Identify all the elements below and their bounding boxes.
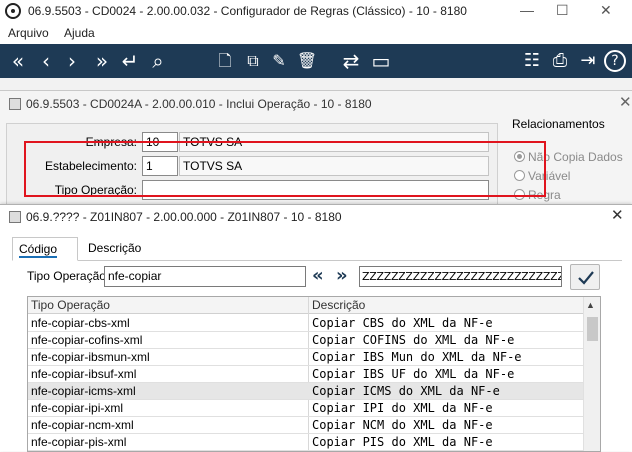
last-icon[interactable]: » [90,49,114,73]
main-title-bar: 06.9.5503 - CD0024 - 2.00.00.032 - Confi… [0,0,632,22]
scroll-up-icon[interactable]: ▲ [586,300,595,310]
previous-range-icon[interactable]: « [312,265,324,286]
check-icon [578,271,594,285]
cell-descricao: Copiar COFINS do XML da NF-e [312,333,515,347]
window-icon [9,98,21,110]
close-icon[interactable]: ✕ [600,2,612,19]
cell-tipo-operacao: nfe-copiar-cofins-xml [31,333,143,347]
toolbar: « ‹ › » ↵ ⌕ 🗋 ⧉ ✎ 🗑 ⇄ ▭ ☷ ⎙ ⇥ ? [0,44,632,78]
search-label: Tipo Operação: [27,269,110,283]
cell-tipo-operacao: nfe-copiar-pis-xml [31,435,127,449]
cell-tipo-operacao: nfe-copiar-ncm-xml [31,418,134,432]
swap-icon[interactable]: ⇄ [338,49,364,73]
tree-icon[interactable]: ☷ [520,49,544,73]
new-icon[interactable]: 🗋 [214,49,236,73]
table-row[interactable]: nfe-copiar-cofins-xml Copiar COFINS do XM… [28,332,584,349]
table-row[interactable]: nfe-copiar-ibsmun-xml Copiar IBS Mun do X… [28,349,584,366]
cell-tipo-operacao: nfe-copiar-ibsmun-xml [31,350,150,364]
minimize-icon[interactable]: — [520,2,534,18]
exit-icon[interactable]: ⇥ [576,49,600,73]
confirm-button[interactable] [570,264,600,290]
lookup-window-title: 06.9.???? - Z01IN807 - 2.00.00.000 - Z01… [26,210,342,224]
cell-tipo-operacao: nfe-copiar-ipi-xml [31,401,124,415]
table-row[interactable]: nfe-copiar-pis-xml Copiar PIS do XML da N… [28,434,584,451]
cell-tipo-operacao: nfe-copiar-cbs-xml [31,316,130,330]
cell-tipo-operacao: nfe-copiar-ibsuf-xml [31,367,137,381]
previous-icon[interactable]: ‹ [36,49,56,73]
table-row[interactable]: nfe-copiar-cbs-xml Copiar CBS do XML da N… [28,315,584,332]
range-end-input[interactable]: ZZZZZZZZZZZZZZZZZZZZZZZZZZZZZZZZ [359,266,562,287]
search-icon[interactable]: ⌕ [146,49,170,73]
screen-icon[interactable]: ▭ [368,49,394,73]
cell-descricao: Copiar CBS do XML da NF-e [312,316,493,330]
vertical-scrollbar[interactable]: ▲ [583,297,600,451]
first-icon[interactable]: « [6,49,30,73]
grid-header: Tipo Operação Descrição [28,297,584,314]
lookup-window: 06.9.???? - Z01IN807 - 2.00.00.000 - Z01… [0,204,632,452]
tab-label: Descrição [88,241,142,255]
main-window-title: 06.9.5503 - CD0024 - 2.00.00.032 - Confi… [28,4,467,18]
window-icon [9,211,21,223]
table-row[interactable]: nfe-copiar-ncm-xml Copiar NCM do XML da N… [28,417,584,434]
table-row[interactable]: nfe-copiar-icms-xml Copiar ICMS do XML da… [28,383,584,400]
menu-ajuda[interactable]: Ajuda [64,26,95,40]
close-icon[interactable]: ✕ [611,206,624,224]
close-icon[interactable]: ✕ [619,93,632,111]
delete-icon[interactable]: 🗑 [296,49,318,73]
highlight-box [24,141,546,197]
help-icon[interactable]: ? [604,50,626,72]
menu-arquivo[interactable]: Arquivo [8,26,49,40]
cell-descricao: Copiar IPI do XML da NF-e [312,401,493,415]
cell-tipo-operacao: nfe-copiar-icms-xml [31,384,136,398]
search-input[interactable]: nfe-copiar [104,266,306,287]
tab-bar: Código Descrição [12,237,622,261]
menu-bar: Arquivo Ajuda [0,23,632,43]
tab-label: Código [19,242,58,258]
print-icon[interactable]: ⎙ [548,49,572,73]
next-icon[interactable]: › [62,49,82,73]
table-row[interactable]: nfe-copiar-ibsuf-xml Copiar IBS UF do XML… [28,366,584,383]
insert-window-title: 06.9.5503 - CD0024A - 2.00.00.010 - Incl… [26,97,372,111]
goto-icon[interactable]: ↵ [118,49,142,73]
copy-icon[interactable]: ⧉ [242,49,264,73]
cell-descricao: Copiar NCM do XML da NF-e [312,418,493,432]
cell-descricao: Copiar PIS do XML da NF-e [312,435,493,449]
results-grid: Tipo Operação Descrição nfe-copiar-cbs-x… [27,296,601,452]
app-logo-icon [5,3,21,19]
relacionamentos-title: Relacionamentos [512,117,605,131]
cell-descricao: Copiar IBS Mun do XML da NF-e [312,350,522,364]
cell-descricao: Copiar IBS UF do XML da NF-e [312,367,515,381]
scroll-thumb[interactable] [587,317,598,341]
next-range-icon[interactable]: » [336,265,348,286]
tab-descricao[interactable]: Descrição [82,237,147,261]
maximize-icon[interactable]: ☐ [556,2,569,19]
column-tipo-operacao[interactable]: Tipo Operação [31,298,110,312]
tab-codigo[interactable]: Código [12,237,78,261]
edit-icon[interactable]: ✎ [268,49,290,73]
table-row[interactable]: nfe-copiar-ipi-xml Copiar IPI do XML da N… [28,400,584,417]
column-descricao[interactable]: Descrição [312,298,365,312]
cell-descricao: Copiar ICMS do XML da NF-e [312,384,500,398]
